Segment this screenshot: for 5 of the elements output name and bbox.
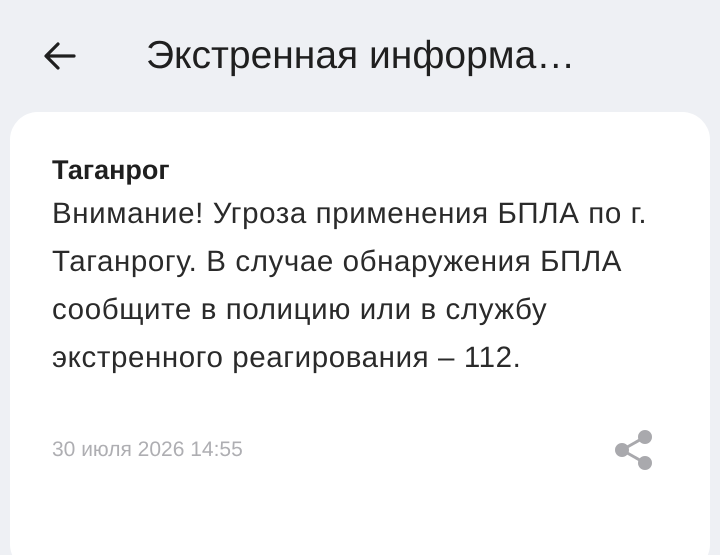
back-arrow-icon[interactable] [44, 42, 76, 70]
alert-message: Внимание! Угроза применения БПЛА по г. Таганрогу. В случае обнаружения БПЛА сообщите в полицию или в службу экстренного реагирования – 112. [52, 196, 648, 376]
alert-date: 30 июля 2026 14:55 [52, 438, 243, 462]
screen-title: Экстренная информа… [146, 34, 576, 78]
city-name: Таганрог [52, 154, 171, 187]
